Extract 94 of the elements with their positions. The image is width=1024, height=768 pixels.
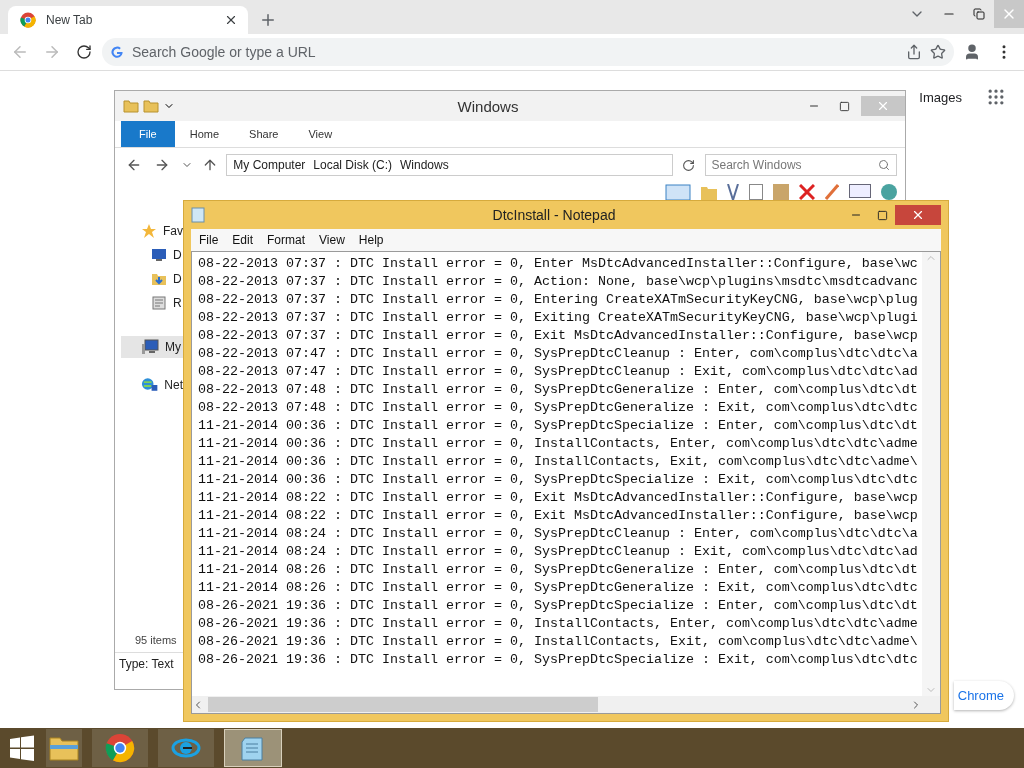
share-icon[interactable] [906,44,922,60]
globe-icon[interactable] [881,184,897,200]
network-icon [141,377,159,393]
nav-item[interactable]: Fav [121,220,183,242]
ribbon-tab[interactable]: View [293,121,348,147]
text-line: 11-21-2014 00:36 : DTC Install error = 0, SysPrepDtcSpecialize : Enter, com\complus\dtc\dt [198,417,919,435]
text-line: 08-22-2013 07:47 : DTC Install error = 0, SysPrepDtcCleanup : Enter, com\complus\dtc\dtc\a [198,345,919,363]
rename-icon[interactable] [825,184,839,200]
horizontal-scrollbar[interactable] [192,696,922,713]
text-line: 08-22-2013 07:47 : DTC Install error = 0, SysPrepDtcCleanup : Exit, com\complus\dtc\dtc\ad [198,363,919,381]
text-line: 08-22-2013 07:37 : DTC Install error = 0, Exiting CreateXATmSecurityKeyCNG, base\wcp\plugi [198,309,919,327]
text-line: 08-26-2021 19:36 : DTC Install error = 0, InstallContacts, Enter, com\complus\dtc\dtc\adme [198,615,919,633]
nav-item[interactable]: My [121,336,183,358]
text-line: 11-21-2014 00:36 : DTC Install error = 0, InstallContacts, Exit, com\complus\dtc\dtc\adme\ [198,453,919,471]
menu-item[interactable]: Help [352,233,390,247]
recent-places-icon [151,295,167,311]
text-line: 11-21-2014 08:24 : DTC Install error = 0, SysPrepDtcCleanup : Exit, com\complus\dtc\dtc\ad [198,543,919,561]
ribbon-tab[interactable]: Home [174,121,235,147]
text-line: 08-22-2013 07:48 : DTC Install error = 0, SysPrepDtcGeneralize : Exit, com\complus\dtc\dtc [198,399,919,417]
scissors-icon[interactable] [727,184,739,200]
text-line: 08-22-2013 07:37 : DTC Install error = 0, Exit MsDtcAdvancedInstaller::Configure, base\wcp [198,327,919,345]
taskbar-app[interactable] [92,729,148,767]
folder-icon [49,735,79,761]
search-icon [878,159,890,171]
reload-icon[interactable] [76,44,92,60]
text-line: 08-22-2013 07:37 : DTC Install error = 0, Entering CreateXATmSecurityKeyCNG, base\wcp\plug [198,291,919,309]
chrome-icon [20,12,36,28]
taskbar-app[interactable] [224,729,282,767]
chrome-icon [105,733,135,763]
nav-item[interactable]: R [121,292,183,314]
start-button[interactable] [8,734,36,762]
menu-item[interactable]: File [193,233,225,247]
item-count: 95 items [134,634,178,648]
notepad-icon [240,734,266,762]
nav-item[interactable]: D [121,268,183,290]
window-title: Windows [456,97,520,115]
monitor-icon [151,248,167,262]
notepad-icon [191,207,205,223]
images-link[interactable]: Images [919,89,962,105]
breadcrumb-item[interactable]: Windows [400,158,449,172]
text-line: 11-21-2014 08:26 : DTC Install error = 0, SysPrepDtcGeneralize : Enter, com\complus\dtc\dt [198,561,919,579]
address-field[interactable]: Search Google or type a URL [102,38,954,66]
file-tab[interactable]: File [121,121,175,147]
customize-chrome-button[interactable]: Chrome [953,681,1014,710]
restore-icon[interactable] [973,8,985,20]
star-icon [141,223,157,239]
address-bar[interactable]: My Computer Local Disk (C:) Windows [226,154,673,176]
search-field[interactable]: Search Windows [704,154,897,176]
new-tab-icon[interactable] [259,11,277,29]
close-button[interactable] [895,205,941,225]
browser-tab[interactable]: New Tab [8,6,248,34]
refresh-icon[interactable] [682,158,696,172]
scrollbar-thumb[interactable] [208,697,598,712]
text-line: 11-21-2014 08:24 : DTC Install error = 0, SysPrepDtcCleanup : Enter, com\complus\dtc\dtc\a [198,525,919,543]
text-line: 08-26-2021 19:36 : DTC Install error = 0, SysPrepDtcSpecialize : Exit, com\complus\dtc\dtc [198,651,919,669]
breadcrumb-item[interactable]: Local Disk (C:) [313,158,393,172]
nav-item[interactable]: Net [121,374,183,396]
clipboard-icon[interactable] [773,184,789,200]
close-icon [876,99,890,113]
taskbar-app[interactable] [158,729,214,767]
menu-item[interactable]: Format [261,233,312,247]
text-line: 11-21-2014 08:26 : DTC Install error = 0, SysPrepDtcGeneralize : Exit, com\complus\dtc\dtc [198,579,919,597]
text-line: 08-26-2021 19:36 : DTC Install error = 0, InstallContacts, Exit, com\complus\dtc\dtc\adme\ [198,633,919,651]
apps-grid-icon[interactable] [986,87,1006,107]
breadcrumb-item[interactable]: My Computer [233,158,306,172]
ribbon-tab[interactable]: Share [234,121,294,147]
text-line: 11-21-2014 08:22 : DTC Install error = 0, Exit MsDtcAdvancedInstaller::Configure, base\wcp [198,507,919,525]
text-line: 08-22-2013 07:37 : DTC Install error = 0, Enter MsDtcAdvancedInstaller::Configure, base\wc [198,255,919,273]
text-line: 11-21-2014 08:22 : DTC Install error = 0, Exit MsDtcAdvancedInstaller::Configure, base\wcp [198,489,919,507]
text-line: 08-26-2021 19:36 : DTC Install error = 0, SysPrepDtcSpecialize : Enter, com\complus\dtc\dt [198,597,919,615]
folder-icon [123,98,139,114]
menu-item[interactable]: Edit [226,233,260,247]
close-icon[interactable] [224,13,238,27]
copy-icon[interactable] [749,184,763,200]
window-title: DtcInstall - Notepad [491,207,617,223]
g-logo-icon [110,45,124,59]
resize-grip[interactable] [922,696,940,713]
folder-icon [143,98,159,114]
text-line: 08-22-2013 07:48 : DTC Install error = 0, SysPrepDtcGeneralize : Enter, com\complus\dtc\dt [198,381,919,399]
nav-item[interactable]: D [121,244,183,266]
maximize-icon[interactable] [838,100,850,112]
text-line: 08-22-2013 07:37 : DTC Install error = 0, Action: None, base\wcp\plugins\msdtc\msdtcadvanc [198,273,919,291]
bookmark-star-icon[interactable] [930,44,946,60]
text-line: 11-21-2014 00:36 : DTC Install error = 0, SysPrepDtcSpecialize : Exit, com\complus\dtc\dtc [198,471,919,489]
close-icon [911,208,925,222]
maximize-icon[interactable] [876,209,888,221]
profile-avatar-icon[interactable] [963,43,981,61]
properties-icon[interactable] [849,184,871,198]
taskbar-app[interactable] [46,729,82,767]
computer-icon [141,339,159,355]
text-line: 11-21-2014 00:36 : DTC Install error = 0, InstallContacts, Enter, com\complus\dtc\dtc\adme [198,435,919,453]
menu-item[interactable]: View [313,233,351,247]
download-folder-icon [151,271,167,287]
delete-icon[interactable] [799,184,815,200]
